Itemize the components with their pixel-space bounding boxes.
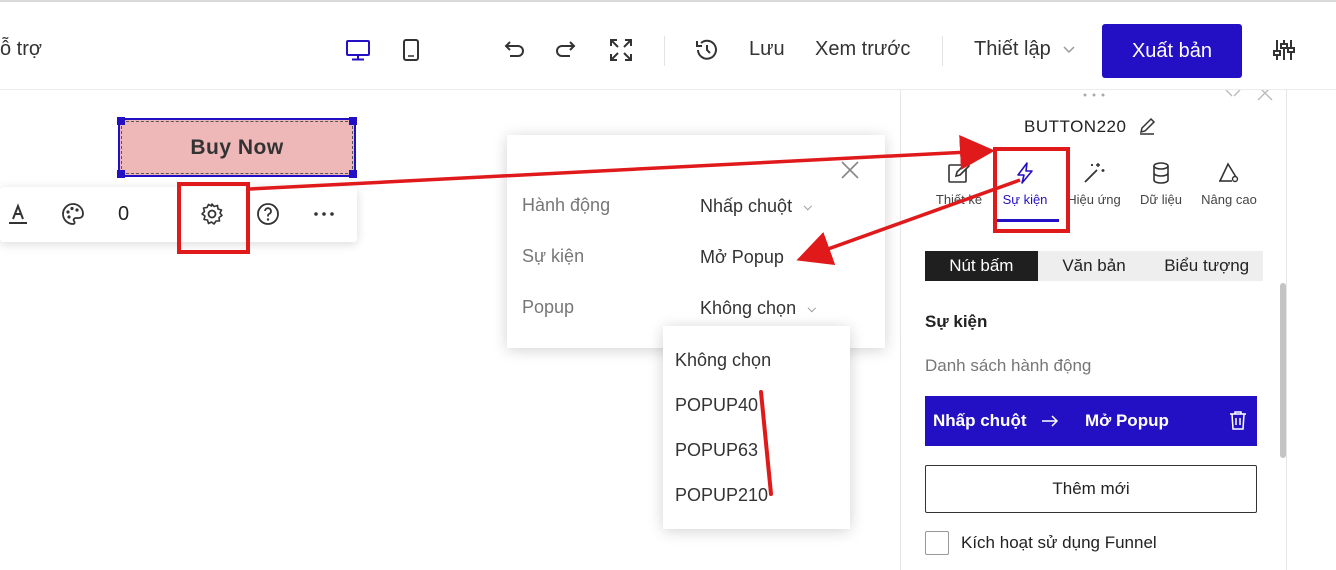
action-value: Nhấp chuột: [700, 196, 793, 216]
highlight-box-events-tab: [993, 147, 1070, 233]
action-item[interactable]: Nhấp chuột Mở Popup: [925, 396, 1257, 446]
element-name: BUTTON220: [1024, 117, 1127, 136]
action-trigger: Nhấp chuột: [933, 411, 1027, 430]
advanced-settings-icon: [1219, 162, 1239, 183]
toolbar-counter: 0: [118, 203, 130, 225]
dropdown-option[interactable]: POPUP63: [675, 440, 758, 461]
resize-handle[interactable]: [117, 170, 125, 178]
tab-label: Hiệu ứng: [1067, 192, 1121, 207]
fullscreen-icon[interactable]: [607, 36, 635, 64]
panel-scrollbar[interactable]: [1280, 283, 1286, 458]
tab-label: Dữ liệu: [1140, 192, 1182, 207]
chevron-down-icon: [1063, 46, 1075, 54]
history-icon[interactable]: [693, 36, 721, 64]
element-type-switch: Nút bấm Văn bản Biểu tượng: [925, 251, 1263, 281]
publish-button[interactable]: Xuất bản: [1102, 24, 1242, 78]
dropdown-option[interactable]: POPUP40: [675, 395, 758, 416]
redo-icon[interactable]: [553, 36, 581, 64]
event-label: Sự kiện: [522, 246, 585, 266]
event-popover: Hành động Nhấp chuột Sự kiện Mở Popup Po…: [507, 135, 885, 348]
event-value[interactable]: Mở Popup: [700, 247, 784, 268]
tablet-icon[interactable]: [397, 36, 425, 64]
resize-handle[interactable]: [349, 117, 357, 125]
tab-data[interactable]: Dữ liệu: [1125, 150, 1197, 207]
arrow-right-icon: [1042, 415, 1059, 427]
action-result: Mở Popup: [1085, 411, 1169, 430]
popup-value: Không chọn: [700, 298, 797, 318]
collapse-icon[interactable]: [1224, 90, 1242, 102]
funnel-label: Kích hoạt sử dụng Funnel: [961, 533, 1157, 552]
funnel-checkbox[interactable]: [925, 531, 949, 555]
resize-handle[interactable]: [349, 170, 357, 178]
toolbar-divider: [664, 36, 665, 66]
save-button[interactable]: Lưu: [749, 38, 785, 61]
section-subtitle: Danh sách hành động: [925, 356, 1092, 375]
action-select[interactable]: Nhấp chuột: [700, 196, 813, 217]
chevron-down-icon: [803, 201, 813, 211]
popup-dropdown: Không chọn POPUP40 POPUP63 POPUP210: [663, 326, 850, 529]
buy-now-button[interactable]: Buy Now: [117, 117, 357, 178]
dropdown-option[interactable]: POPUP210: [675, 485, 768, 506]
funnel-option: Kích hoạt sử dụng Funnel: [925, 531, 1157, 555]
database-icon: [1153, 162, 1169, 184]
segment-text[interactable]: Văn bản: [1038, 251, 1151, 281]
add-new-button[interactable]: Thêm mới: [925, 465, 1257, 513]
desktop-icon[interactable]: [344, 36, 372, 64]
action-label: Hành động: [522, 195, 611, 215]
popup-select[interactable]: Không chọn: [700, 298, 817, 319]
close-icon[interactable]: [1256, 90, 1274, 102]
section-title: Sự kiện: [925, 312, 988, 331]
trash-icon[interactable]: [1227, 409, 1249, 431]
segment-button[interactable]: Nút bấm: [925, 251, 1038, 281]
top-toolbar: ỗ trợ Lưu Xem trước Thiết lập Xuất bản: [0, 0, 1336, 90]
support-link[interactable]: ỗ trợ: [0, 38, 42, 61]
sliders-icon[interactable]: [1270, 36, 1298, 64]
segment-icon[interactable]: Biểu tượng: [1150, 251, 1263, 281]
dropdown-option[interactable]: Không chọn: [675, 350, 771, 371]
preview-button[interactable]: Xem trước: [815, 38, 910, 61]
buy-now-label: Buy Now: [190, 135, 284, 159]
settings-dropdown[interactable]: Thiết lập: [974, 38, 1076, 61]
more-icon[interactable]: [311, 201, 337, 227]
palette-icon[interactable]: [60, 201, 86, 227]
tab-design[interactable]: Thiết kế: [923, 150, 995, 207]
undo-icon[interactable]: [499, 36, 527, 64]
resize-handle[interactable]: [117, 117, 125, 125]
editor-root: ỗ trợ Lưu Xem trước Thiết lập Xuất bản B…: [0, 0, 1336, 570]
magic-wand-icon: [1084, 163, 1105, 183]
tab-advanced[interactable]: Nâng cao: [1193, 150, 1265, 207]
toolbar-divider: [942, 36, 943, 66]
close-icon[interactable]: [840, 160, 860, 180]
popup-label: Popup: [522, 297, 575, 317]
chevron-down-icon: [807, 303, 817, 313]
properties-panel: BUTTON220 Thiết kế Sự kiện Hiệu ứng Dữ l…: [900, 90, 1287, 570]
settings-label: Thiết lập: [974, 38, 1051, 60]
highlight-box-gear: [177, 182, 250, 254]
tab-label: Nâng cao: [1201, 192, 1257, 207]
drag-handle-icon[interactable]: [1082, 92, 1106, 98]
help-icon[interactable]: [255, 201, 281, 227]
pencil-square-icon: [948, 161, 971, 183]
tab-label: Thiết kế: [935, 192, 983, 207]
text-color-icon[interactable]: [5, 201, 31, 227]
pencil-icon[interactable]: [1137, 116, 1157, 136]
